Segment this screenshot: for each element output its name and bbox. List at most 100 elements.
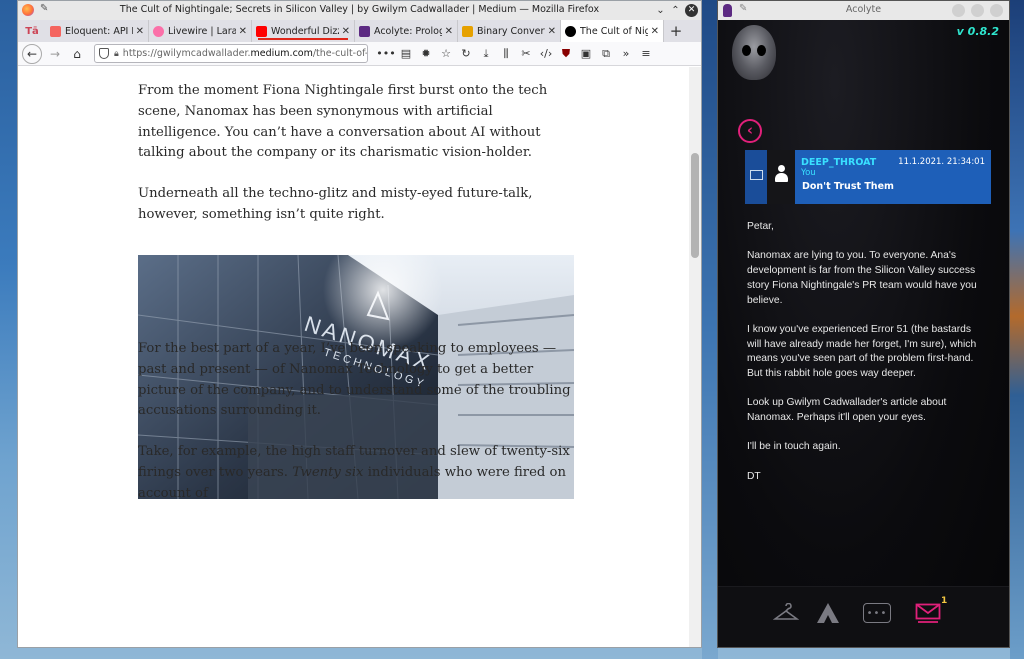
tab-youtube[interactable]: Wonderful Dizzy ✕	[252, 20, 355, 42]
acolyte-titlebar[interactable]: ✎ Acolyte	[718, 1, 1009, 20]
pin-icon[interactable]: ✎	[40, 3, 48, 14]
message-signature: DT	[747, 470, 761, 482]
message-subject: Don't Trust Them	[802, 181, 894, 192]
tab-label: Eloquent: API Re	[65, 25, 133, 37]
article-paragraph: For the best part of a year, I’ve been s…	[138, 341, 571, 419]
message-paragraph: Nanomax are lying to you. To everyone. A…	[747, 250, 977, 306]
sync-icon[interactable]: ⧉	[596, 47, 616, 61]
toolbar-icons: ••• ▤ ✹ ☆ ↻ ⤓ ⫼ ✂ ‹/› ⛊ ▣ ⧉ » ≡	[376, 47, 656, 61]
tracking-shield-icon[interactable]	[99, 48, 109, 59]
library-icon[interactable]: ⫼	[496, 47, 516, 61]
devtools-icon[interactable]: ‹/›	[536, 47, 556, 60]
extension-bug-icon[interactable]: ✹	[416, 47, 436, 60]
tab-medium-article[interactable]: The Cult of Nigh ✕	[561, 20, 664, 42]
hanger-icon[interactable]	[772, 601, 800, 625]
container-icon[interactable]: ▣	[576, 47, 596, 60]
firefox-window: ✎ The Cult of Nightingale; Secrets in Si…	[17, 0, 702, 648]
acolyte-logo-graphic	[817, 603, 839, 623]
url-bar[interactable]: 🔒︎ https://gwilymcadwallader. medium.com /…	[94, 44, 368, 63]
downloads-icon[interactable]: ⤓	[476, 47, 496, 61]
tab-eloquent[interactable]: Eloquent: API Re ✕	[46, 20, 149, 42]
page-actions-icon[interactable]: •••	[376, 47, 396, 60]
window-buttons	[952, 4, 1003, 17]
tab-bar: Tā Eloquent: API Re ✕ Livewire | Larave …	[18, 20, 701, 42]
hamburger-menu-icon[interactable]: ≡	[636, 47, 656, 60]
reload-icon[interactable]: ↻	[456, 47, 476, 60]
version-label: v 0.8.2	[956, 25, 999, 38]
maximize-icon[interactable]	[971, 4, 984, 17]
tab-label: Acolyte: Prologu	[374, 25, 442, 37]
tab-binary-converter[interactable]: Binary Converter ✕	[458, 20, 561, 42]
acolyte-app-body: v 0.8.2 ‹ DEEP_THROAT You 11.1.2021. 21:…	[718, 20, 1009, 647]
back-button[interactable]: ‹	[738, 119, 762, 143]
screenshot-icon[interactable]: ✂	[516, 47, 536, 60]
rapidtables-icon	[462, 25, 473, 37]
bottom-nav: ••• 1	[718, 586, 1009, 647]
hanger-graphic	[773, 603, 799, 620]
page-scrollbar-thumb[interactable]	[691, 153, 699, 258]
message-datetime: 11.1.2021. 21:34:01	[898, 157, 985, 167]
forward-button[interactable]: →	[44, 47, 66, 61]
desktop-wallpaper	[702, 0, 718, 659]
mail-icon[interactable]	[914, 601, 942, 625]
new-tab-button[interactable]: +	[664, 20, 688, 42]
maximize-icon[interactable]: ⌃	[669, 4, 682, 17]
message-paragraph: Petar,	[747, 221, 774, 232]
message-recipient: You	[801, 168, 816, 178]
chat-dots-icon[interactable]: •••	[863, 603, 891, 623]
firefox-titlebar[interactable]: ✎ The Cult of Nightingale; Secrets in Si…	[18, 1, 701, 20]
tab-close-icon[interactable]: ✕	[548, 26, 556, 37]
mail-unread-badge: 1	[941, 596, 948, 606]
laravel-icon	[50, 25, 61, 37]
message-paragraph: Look up Gwilym Cadwallader's article abo…	[747, 397, 947, 424]
window-title: The Cult of Nightingale; Secrets in Sili…	[119, 4, 600, 15]
android-avatar	[732, 25, 776, 80]
url-path: /the-cult-of-night	[312, 48, 368, 59]
pinned-tab-icon[interactable]: Tā	[18, 20, 46, 42]
article-paragraph: From the moment Fiona Nightingale first …	[138, 83, 548, 161]
home-button[interactable]: ⌂	[66, 47, 88, 61]
close-icon[interactable]: ✕	[685, 4, 698, 17]
article-paragraph-last: Take, for example, the high staff turnov…	[138, 442, 576, 504]
mail-graphic	[915, 603, 941, 623]
url-prefix: https://gwilymcadwallader.	[122, 48, 251, 59]
message-paragraph: I'll be in touch again.	[747, 441, 841, 453]
article-text-bottom: For the best part of a year, I’ve been s…	[138, 339, 576, 525]
article-paragraph: Underneath all the techno-glitz and mist…	[138, 186, 533, 222]
youtube-icon	[256, 25, 267, 37]
article-emphasis: Twenty six	[292, 464, 364, 480]
medium-icon	[565, 25, 576, 37]
acolyte-window: ✎ Acolyte v 0.8.2 ‹ DEEP_THROAT You 11.1…	[717, 0, 1010, 648]
tab-close-icon[interactable]: ✕	[651, 26, 659, 37]
tab-close-icon[interactable]: ✕	[342, 26, 350, 37]
bookmark-star-icon[interactable]: ☆	[436, 47, 456, 60]
tab-close-icon[interactable]: ✕	[136, 26, 144, 37]
lock-icon[interactable]: 🔒︎	[114, 49, 119, 59]
tab-close-icon[interactable]: ✕	[239, 26, 247, 37]
page-content: From the moment Fiona Nightingale first …	[18, 67, 701, 647]
message-paragraph: I know you've experienced Error 51 (the …	[747, 323, 977, 379]
tab-acolyte[interactable]: Acolyte: Prologu ✕	[355, 20, 458, 42]
close-icon[interactable]	[990, 4, 1003, 17]
sender-avatar-body	[775, 173, 788, 182]
back-button[interactable]: ←	[22, 43, 42, 64]
overflow-chevron-icon[interactable]: »	[616, 47, 636, 60]
acolyte-icon	[359, 25, 370, 37]
tab-label: Livewire | Larave	[168, 25, 236, 37]
url-domain: medium.com	[250, 48, 313, 59]
tab-label: Wonderful Dizzy	[271, 25, 339, 37]
tab-label: The Cult of Nigh	[580, 25, 648, 37]
reader-view-icon[interactable]: ▤	[396, 47, 416, 60]
ublock-icon[interactable]: ⛊	[556, 47, 576, 61]
firefox-logo-icon	[22, 4, 34, 16]
livewire-icon	[153, 25, 164, 37]
minimize-icon[interactable]	[952, 4, 965, 17]
minimize-icon[interactable]: ⌄	[654, 4, 667, 17]
tab-close-icon[interactable]: ✕	[445, 26, 453, 37]
tab-livewire[interactable]: Livewire | Larave ✕	[149, 20, 252, 42]
navigation-toolbar: ← → ⌂ 🔒︎ https://gwilymcadwallader. mediu…	[18, 42, 701, 66]
message-sender: DEEP_THROAT	[801, 157, 877, 168]
avatar-eye	[742, 45, 751, 56]
envelope-icon	[750, 170, 763, 180]
acolyte-logo-icon[interactable]	[814, 601, 842, 625]
